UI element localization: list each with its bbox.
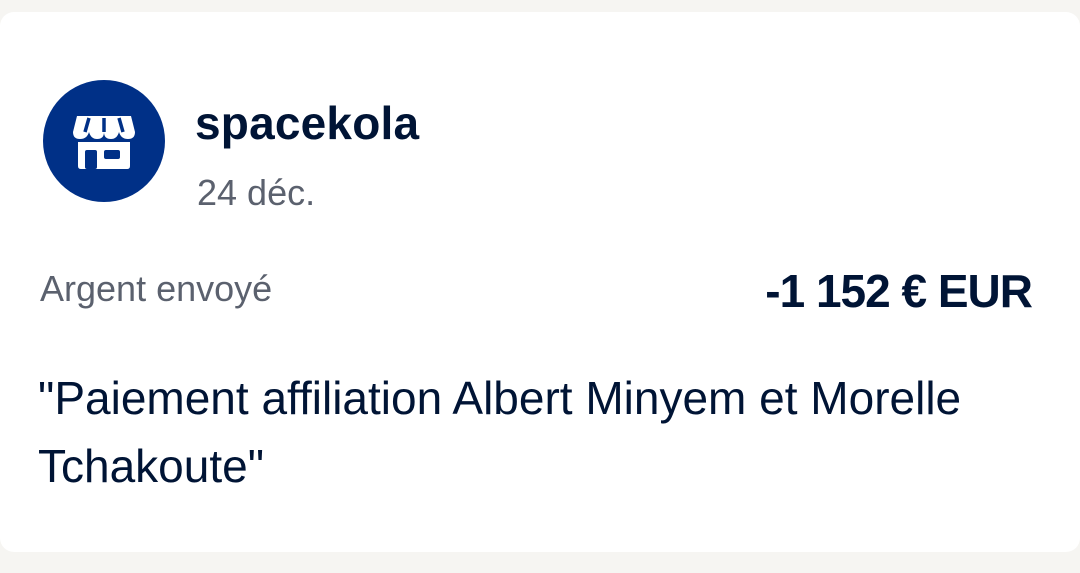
- merchant-avatar: [43, 80, 165, 202]
- transaction-card[interactable]: spacekola 24 déc. Argent envoyé -1 152 €…: [0, 12, 1080, 552]
- transaction-note: "Paiement affiliation Albert Minyem et M…: [38, 372, 962, 492]
- transaction-amount: -1 152 € EUR: [765, 265, 1033, 317]
- merchant-name: spacekola: [195, 97, 420, 149]
- transaction-type-label: Argent envoyé: [40, 268, 273, 309]
- store-icon: [73, 116, 135, 169]
- transaction-date: 24 déc.: [197, 172, 316, 213]
